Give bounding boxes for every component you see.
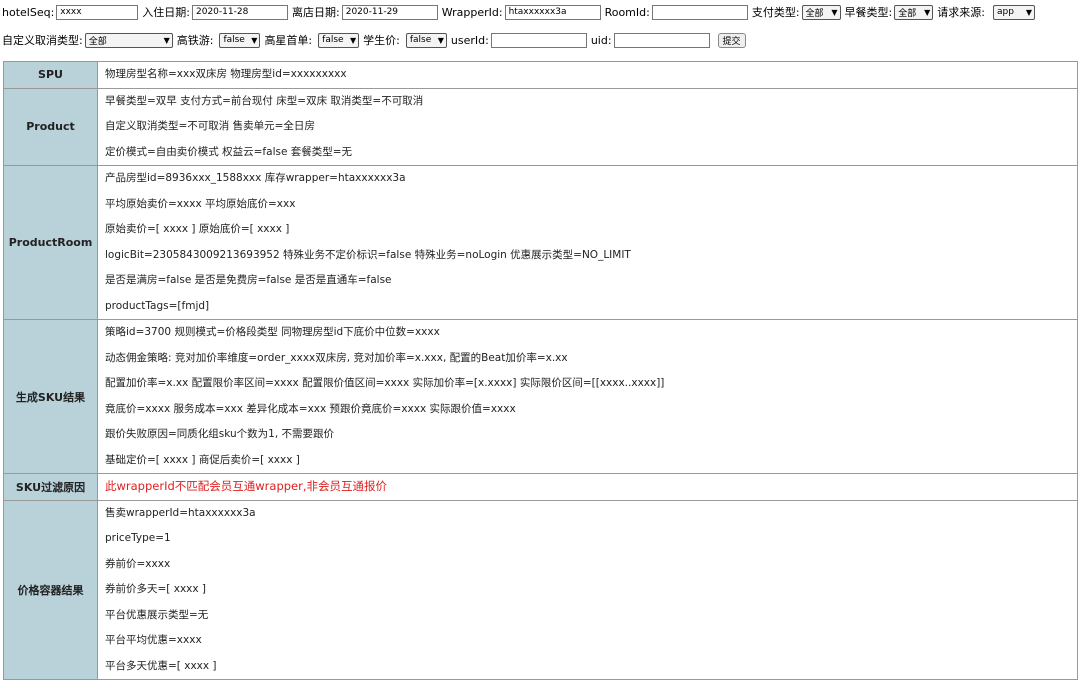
section-content: 此wrapperId不匹配会员互通wrapper,非会员互通报价 [97, 473, 1078, 501]
checkin-label: 入住日期: [142, 6, 190, 19]
chevron-down-icon: ▼ [437, 35, 444, 45]
pay-type-select[interactable]: 全部 ▼ [801, 4, 841, 20]
hotelseq-label: hotelSeq: [2, 5, 55, 19]
section-content: 产品房型id=8936xxx_1588xxx 库存wrapper=htaxxxx… [97, 165, 1078, 320]
query-form-row-1: hotelSeq: 入住日期: 离店日期: WrapperId: RoomId:… [2, 3, 1039, 21]
section-line: 基础定价=[ xxxx ] 商促后卖价=[ xxxx ] [105, 453, 300, 466]
section-line: 策略id=3700 规则模式=价格段类型 同物理房型id下底价中位数=xxxx [105, 326, 440, 338]
section-line: 券前价=xxxx [105, 557, 171, 570]
section-row: ProductRoom 产品房型id=8936xxx_1588xxx 库存wrap… [3, 165, 1078, 320]
high-speed-select[interactable]: false ▼ [219, 32, 261, 48]
breakfast-type-value: 全部 [898, 8, 917, 19]
cancel-type-select[interactable]: 全部 ▼ [84, 32, 173, 48]
section-line: 定价模式=自由卖价模式 权益云=false 套餐类型=无 [105, 145, 353, 158]
section-line: 早餐类型=双早 支付方式=前台现付 床型=双床 取消类型=不可取消 [105, 94, 424, 107]
chevron-down-icon: ▼ [350, 35, 357, 45]
checkout-date-input[interactable] [341, 4, 438, 20]
userid-input[interactable] [490, 32, 587, 48]
cancel-type-value: 全部 [88, 36, 107, 47]
section-line: 平台多天优惠=[ xxxx ] [105, 659, 217, 672]
breakfast-type-label: 早餐类型: [844, 6, 893, 19]
section-line: priceType=1 [105, 532, 171, 544]
chevron-down-icon: ▼ [251, 35, 258, 45]
section-header: SPU [3, 61, 98, 89]
section-row: SPU 物理房型名称=xxx双床房 物理房型id=xxxxxxxxx [3, 61, 1078, 89]
roomid-input[interactable] [651, 4, 748, 20]
uid-input[interactable] [613, 32, 710, 48]
high-speed-value: false [223, 35, 245, 45]
section-line: 平均原始卖价=xxxx 平均原始底价=xxx [105, 197, 296, 210]
pay-type-value: 全部 [805, 8, 824, 19]
checkin-date-input[interactable] [192, 4, 288, 20]
section-line: 竟底价=xxxx 服务成本=xxx 差异化成本=xxx 预跟价竟底价=xxxx … [105, 402, 516, 415]
checkout-label: 离店日期: [292, 6, 340, 19]
userid-label: userId: [450, 33, 489, 47]
chevron-down-icon: ▼ [924, 7, 931, 17]
cancel-type-label: 自定义取消类型: [2, 34, 83, 47]
hotelseq-input[interactable] [56, 4, 139, 20]
breakfast-type-select[interactable]: 全部 ▼ [894, 4, 934, 20]
request-source-label: 请求来源: [937, 6, 985, 19]
wrapperid-input[interactable] [504, 4, 601, 20]
section-line: 跟价失败原因=同质化组sku个数为1, 不需要跟价 [105, 428, 335, 440]
section-line: logicBit=2305843009213693952 特殊业务不定价标识=f… [105, 248, 631, 261]
section-content: 售卖wrapperId=htaxxxxxx3a priceType=1 券前价=xx… [97, 499, 1078, 680]
high-speed-label: 高铁游: [176, 34, 214, 47]
section-content: 物理房型名称=xxx双床房 物理房型id=xxxxxxxxx [97, 61, 1078, 89]
section-header: 生成SKU结果 [3, 319, 98, 474]
star-first-order-select[interactable]: false ▼ [318, 32, 360, 48]
student-price-select[interactable]: false ▼ [405, 32, 447, 48]
section-row: SKU过滤原因 此wrapperId不匹配会员互通wrapper,非会员互通报价 [3, 473, 1078, 501]
section-header: SKU过滤原因 [3, 473, 98, 501]
request-source-select[interactable]: app ▼ [992, 4, 1035, 20]
submit-button[interactable]: 提交 [717, 32, 746, 48]
pay-type-label: 支付类型: [751, 6, 800, 19]
query-form: hotelSeq: 入住日期: 离店日期: WrapperId: RoomId:… [0, 0, 1080, 58]
section-content: 早餐类型=双早 支付方式=前台现付 床型=双床 取消类型=不可取消 自定义取消类型… [97, 87, 1078, 166]
section-content: 策略id=3700 规则模式=价格段类型 同物理房型id下底价中位数=xxxx 动… [97, 319, 1078, 474]
wrapperid-label: WrapperId: [441, 5, 503, 19]
chevron-down-icon: ▼ [1025, 7, 1032, 17]
query-form-row-2: 自定义取消类型: 全部 ▼ 高铁游: false ▼ 高星首单: false ▼… [2, 31, 746, 49]
section-row: 生成SKU结果 策略id=3700 规则模式=价格段类型 同物理房型id下底价中位… [3, 319, 1078, 474]
section-line: 原始卖价=[ xxxx ] 原始底价=[ xxxx ] [105, 223, 290, 235]
chevron-down-icon: ▼ [831, 7, 838, 17]
filter-reason-text: 此wrapperId不匹配会员互通wrapper,非会员互通报价 [105, 479, 388, 493]
section-line: 自定义取消类型=不可取消 售卖单元=全日房 [105, 120, 315, 132]
section-header: Product [3, 87, 98, 166]
section-line: 售卖wrapperId=htaxxxxxx3a [105, 506, 256, 519]
section-line: 券前价多天=[ xxxx ] [105, 583, 207, 595]
request-source-value: app [996, 7, 1014, 17]
section-header: ProductRoom [3, 165, 98, 320]
section-line: 动态佣金策略: 竞对加价率维度=order_xxxx双床房, 竞对加价率=x.x… [105, 351, 568, 364]
section-row: 价格容器结果 售卖wrapperId=htaxxxxxx3a priceType=1… [3, 499, 1078, 680]
section-line: productTags=[fmjd] [105, 299, 210, 312]
star-first-order-value: false [322, 35, 344, 45]
result-table-body: SPU 物理房型名称=xxx双床房 物理房型id=xxxxxxxxx Product… [3, 61, 1078, 680]
student-price-label: 学生价: [363, 34, 400, 47]
section-header: 价格容器结果 [3, 499, 98, 680]
star-first-order-label: 高星首单: [264, 34, 313, 47]
chevron-down-icon: ▼ [163, 35, 170, 45]
section-row: Product 早餐类型=双早 支付方式=前台现付 床型=双床 取消类型=不可取消… [3, 87, 1078, 166]
uid-label: uid: [590, 33, 612, 47]
roomid-label: RoomId: [604, 5, 650, 19]
section-line: 是否是满房=false 是否是免费房=false 是否是直通车=false [105, 274, 392, 286]
section-line: 平台平均优惠=xxxx [105, 634, 202, 646]
section-line: 物理房型名称=xxx双床房 物理房型id=xxxxxxxxx [105, 68, 347, 80]
section-line: 平台优惠展示类型=无 [105, 608, 209, 621]
section-line: 配置加价率=x.xx 配置限价率区间=xxxx 配置限价值区间=xxxx 实际加… [105, 377, 665, 389]
section-line: 产品房型id=8936xxx_1588xxx 库存wrapper=htaxxxx… [105, 172, 406, 184]
student-price-value: false [409, 35, 432, 45]
result-table: SPU 物理房型名称=xxx双床房 物理房型id=xxxxxxxxx Product… [3, 61, 1078, 680]
